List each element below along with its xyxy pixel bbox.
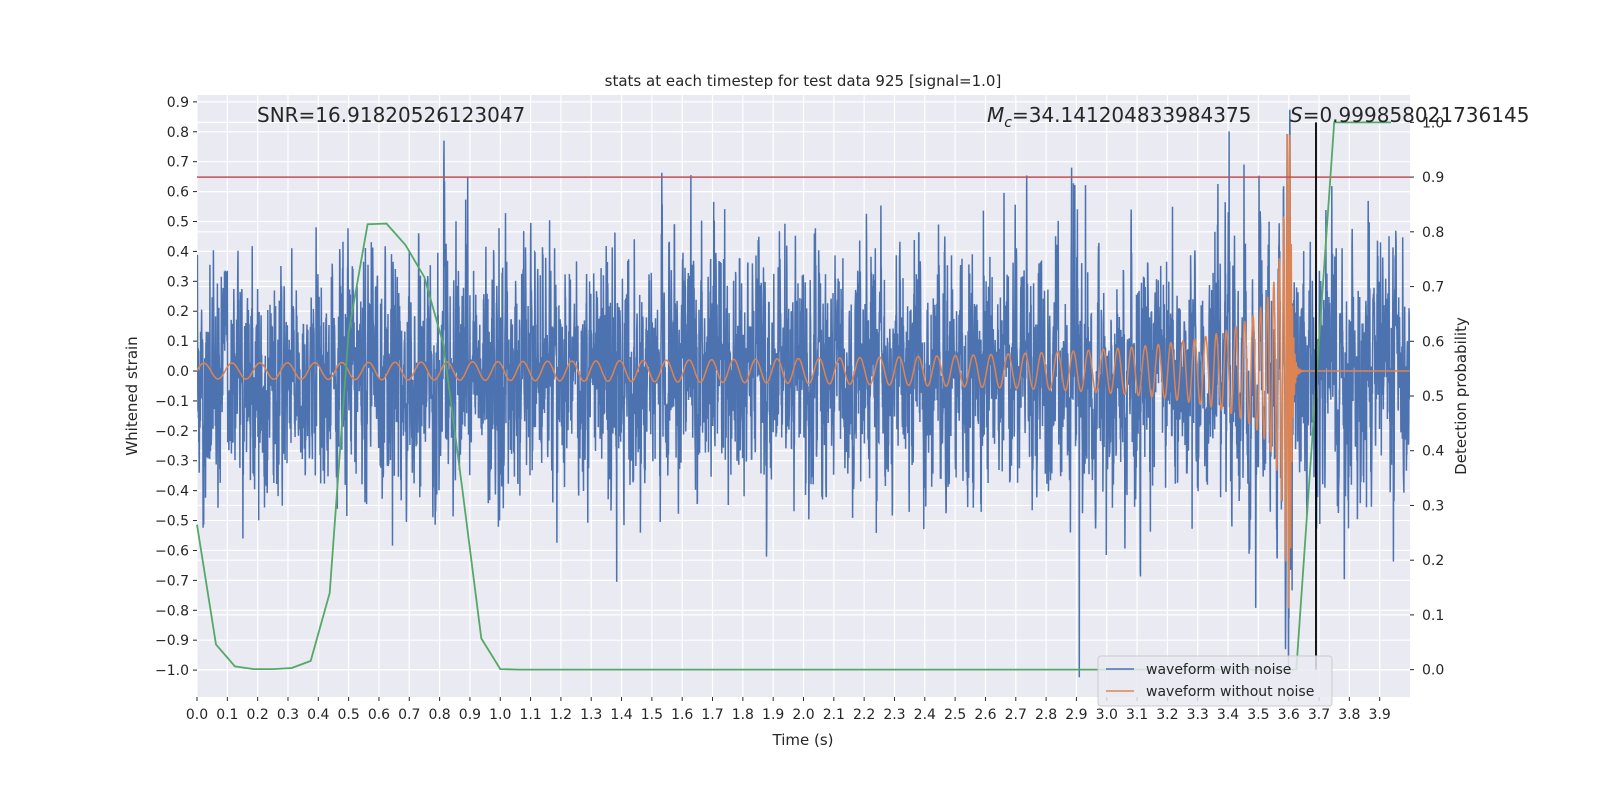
y-tick-label: −0.2 [155,424,189,440]
x-tick-label: 2.9 [1065,707,1087,723]
x-tick-label: 0.7 [398,707,420,723]
y-right-tick-label: 0.3 [1422,498,1444,514]
legend: waveform with noise waveform without noi… [1098,656,1332,706]
y-tick-label: 0.7 [167,155,189,171]
x-tick-label: 3.6 [1278,707,1300,723]
x-tick-label: 2.6 [974,707,996,723]
s-annotation: S=0.999858021736145 [1290,103,1529,127]
y-tick-label: −0.3 [155,454,189,470]
y-tick-label: 0.5 [167,215,189,231]
y-tick-label: −0.1 [155,394,189,410]
x-tick-label: 3.8 [1338,707,1360,723]
x-tick-label: 1.1 [519,707,541,723]
x-tick-label: 1.8 [732,707,754,723]
y-tick-label: −0.9 [155,633,189,649]
x-tick-label: 2.3 [883,707,905,723]
y-right-tick-label: 0.5 [1422,389,1444,405]
x-tick-label: 1.3 [580,707,602,723]
y-tick-label: −0.7 [155,573,189,589]
x-tick-label: 1.4 [610,707,632,723]
chart: 0.0 0.1 0.2 0.3 0.4 0.5 0.6 0.7 0.8 0.9 1.0 1.1 1.2 1… [0,0,1600,800]
chirp-mass-annotation: Mc=34.141204833984375 [987,103,1251,131]
x-tick-label: 0.1 [216,707,238,723]
y-tick-label: −0.4 [155,484,189,500]
x-tick-label: 3.5 [1247,707,1269,723]
s-symbol: S [1290,103,1303,127]
x-tick-label: 0.4 [307,707,329,723]
x-tick-label: 2.0 [792,707,814,723]
x-tick-label: 0.5 [337,707,359,723]
x-tick-label: 2.2 [853,707,875,723]
y-right-tick-label: 0.2 [1422,553,1444,569]
x-tick-label: 3.9 [1369,707,1391,723]
x-tick-label: 1.9 [762,707,784,723]
y-tick-label: 0.9 [167,95,189,111]
x-tick-label: 1.0 [489,707,511,723]
y-right-tick-label: 0.4 [1422,444,1444,460]
y-axis-right-label: Detection probability [1452,317,1470,475]
snr-annotation: SNR=16.91820526123047 [257,103,525,127]
x-tick-label: 1.2 [550,707,572,723]
x-tick-label: 2.1 [823,707,845,723]
chirp-mass-value: =34.141204833984375 [1012,103,1251,127]
y-right-tick-label: 0.9 [1422,170,1444,186]
y-axis-label: Whitened strain [123,336,141,455]
x-tick-label: 0.6 [368,707,390,723]
x-tick-label: 1.7 [701,707,723,723]
x-tick-label: 2.7 [1005,707,1027,723]
chirp-mass-symbol: M [987,103,1004,127]
x-tick-label: 3.7 [1308,707,1330,723]
x-tick-label: 0.3 [277,707,299,723]
x-tick-label: 2.4 [914,707,936,723]
x-tick-label: 3.1 [1126,707,1148,723]
y-tick-label: −1.0 [155,663,189,679]
y-tick-label: 0.4 [167,244,189,260]
y-tick-label: 0.0 [167,364,189,380]
x-tick-label: 3.2 [1156,707,1178,723]
y-tick-label: 0.3 [167,274,189,290]
x-tick-label: 1.6 [671,707,693,723]
y-right-tick-label: 0.1 [1422,608,1444,624]
x-tick-label: 3.3 [1187,707,1209,723]
y-right-tick-label: 0.8 [1422,225,1444,241]
y-tick-label: 0.8 [167,125,189,141]
legend-label-clean: waveform without noise [1146,684,1314,700]
y-tick-label: 0.1 [167,334,189,350]
y-tick-label: 0.6 [167,185,189,201]
x-tick-label: 0.8 [428,707,450,723]
x-tick-label: 0.0 [186,707,208,723]
y-tick-label: −0.6 [155,543,189,559]
x-tick-label: 2.5 [944,707,966,723]
y-tick-label: −0.8 [155,603,189,619]
y-tick-label: 0.2 [167,304,189,320]
y-right-tick-label: 0.7 [1422,280,1444,296]
x-tick-label: 3.4 [1217,707,1239,723]
x-axis-label: Time (s) [772,731,834,749]
y-right-tick-label: 0.6 [1422,334,1444,350]
s-value: =0.999858021736145 [1303,103,1530,127]
x-tick-label: 0.9 [459,707,481,723]
y-right-tick-label: 0.0 [1422,663,1444,679]
legend-label-noise: waveform with noise [1146,662,1291,678]
chart-title: stats at each timestep for test data 925… [605,72,1002,90]
y-tick-label: −0.5 [155,514,189,530]
x-tick-label: 0.2 [247,707,269,723]
x-tick-label: 3.0 [1096,707,1118,723]
x-tick-label: 2.8 [1035,707,1057,723]
x-tick-label: 1.5 [641,707,663,723]
